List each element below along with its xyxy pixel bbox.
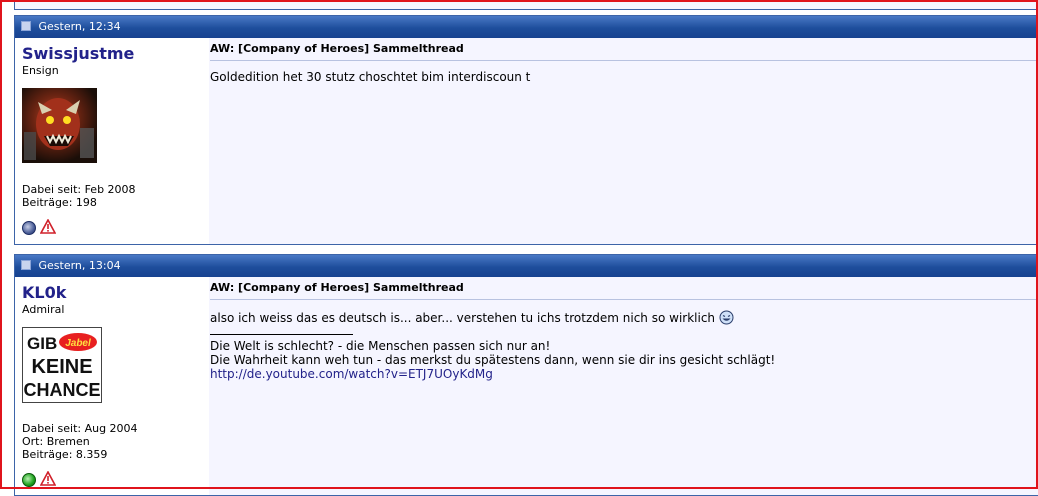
username-link[interactable]: Swissjustme <box>22 44 134 63</box>
forum-post: Gestern, 13:04 KL0k Admiral GIB Jabel KE… <box>14 254 1038 496</box>
forum-post: Gestern, 12:34 Swissjustme Ensign Dabei … <box>14 15 1038 245</box>
report-post-icon[interactable] <box>39 218 57 237</box>
avatar-text-chance: CHANCE <box>23 380 100 400</box>
user-title: Admiral <box>22 303 65 316</box>
avatar-text-keine: KEINE <box>31 356 92 378</box>
user-stats: Dabei seit: Feb 2008 Beiträge: 198 <box>22 183 136 209</box>
user-icons <box>22 470 57 489</box>
avatar <box>22 88 97 166</box>
post-timestamp: Gestern, 12:34 <box>38 20 121 33</box>
post-body: Swissjustme Ensign Dabei seit: Feb 2008 … <box>15 38 1038 244</box>
signature-divider <box>210 334 353 335</box>
offline-status-icon <box>22 221 36 235</box>
userinfo-panel: Swissjustme Ensign Dabei seit: Feb 2008 … <box>15 38 209 244</box>
post-body: KL0k Admiral GIB Jabel KEINE CHANCE Dabe… <box>15 277 1038 495</box>
post-content: AW: [Company of Heroes] Sammelthread Gol… <box>209 38 1038 244</box>
post-message: Goldedition het 30 stutz choschtet bim i… <box>210 70 531 84</box>
online-status-icon <box>22 473 36 487</box>
laughing-smiley-icon <box>719 310 734 328</box>
avatar-text-gib: GIB <box>27 334 57 353</box>
post-header: Gestern, 13:04 <box>15 255 1038 277</box>
post-content: AW: [Company of Heroes] Sammelthread als… <box>209 277 1038 495</box>
avatar: GIB Jabel KEINE CHANCE <box>22 327 102 406</box>
post-icon <box>21 21 31 31</box>
post-count: Beiträge: 8.359 <box>22 448 108 461</box>
post-title: AW: [Company of Heroes] Sammelthread <box>210 281 1038 300</box>
join-date: Dabei seit: Aug 2004 <box>22 422 138 435</box>
youtube-link[interactable]: http://de.youtube.com/watch?v=ETJ7UOyKdM… <box>210 367 493 381</box>
avatar-badge-text: Jabel <box>65 338 91 349</box>
user-stats: Dabei seit: Aug 2004 Ort: Bremen Beiträg… <box>22 422 138 461</box>
post-message: also ich weiss das es deutsch is... aber… <box>210 310 775 381</box>
previous-post-bottom <box>14 0 1038 10</box>
join-date: Dabei seit: Feb 2008 <box>22 183 136 196</box>
post-header: Gestern, 12:34 <box>15 16 1038 38</box>
post-timestamp: Gestern, 13:04 <box>38 259 121 272</box>
user-title: Ensign <box>22 64 59 77</box>
signature-line-2: Die Wahrheit kann weh tun - das merkst d… <box>210 353 776 367</box>
post-message-text: also ich weiss das es deutsch is... aber… <box>210 311 716 325</box>
post-title: AW: [Company of Heroes] Sammelthread <box>210 42 1038 61</box>
user-location: Ort: Bremen <box>22 435 90 448</box>
userinfo-panel: KL0k Admiral GIB Jabel KEINE CHANCE Dabe… <box>15 277 209 495</box>
signature-line-1: Die Welt is schlecht? - die Menschen pas… <box>210 339 551 353</box>
user-icons <box>22 218 57 237</box>
post-count: Beiträge: 198 <box>22 196 97 209</box>
report-post-icon[interactable] <box>39 470 57 489</box>
username-link[interactable]: KL0k <box>22 283 66 302</box>
post-icon <box>21 260 31 270</box>
